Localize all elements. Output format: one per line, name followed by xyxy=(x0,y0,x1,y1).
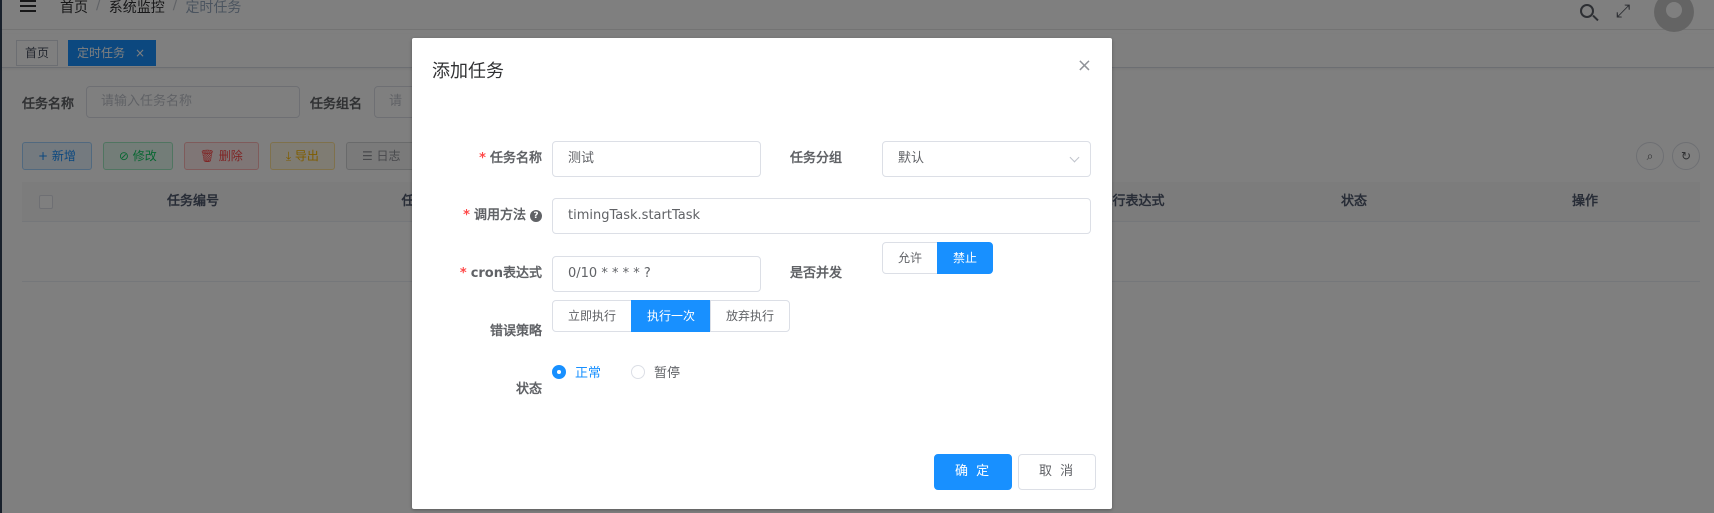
concurrent-forbid-button[interactable]: 禁止 xyxy=(937,242,994,274)
status-paused-label: 暂停 xyxy=(654,366,681,381)
invoke-target-input[interactable]: timingTask.startTask xyxy=(552,198,1091,234)
confirm-button[interactable]: 确 定 xyxy=(934,454,1013,490)
status-label: 状态 xyxy=(515,382,542,397)
concurrent-radio-group: 允许 禁止 xyxy=(882,242,994,274)
help-icon[interactable]: ? xyxy=(530,210,542,222)
job-group-value: 默认 xyxy=(898,151,925,166)
status-normal-label: 正常 xyxy=(575,366,602,381)
misfire-once-button[interactable]: 执行一次 xyxy=(631,300,712,332)
concurrent-label: 是否并发 xyxy=(789,266,842,281)
add-job-dialog: 添加任务 × * 任务名称 测试 任务分组 默认 * 调用方法? timingTas… xyxy=(412,38,1112,509)
status-paused-radio[interactable]: 暂停 xyxy=(631,362,680,381)
radio-checked-icon xyxy=(552,364,566,379)
misfire-discard-button[interactable]: 放弃执行 xyxy=(710,300,791,332)
job-name-label: * 任务名称 xyxy=(412,141,542,177)
required-mark: * xyxy=(459,266,467,281)
job-group-label: 任务分组 xyxy=(789,151,842,166)
cancel-button[interactable]: 取 消 xyxy=(1018,454,1097,490)
misfire-policy-radio-group: 立即执行 执行一次 放弃执行 xyxy=(552,300,791,332)
job-name-label-text: 任务名称 xyxy=(489,151,542,166)
status-normal-radio[interactable]: 正常 xyxy=(552,362,601,381)
chevron-down-icon xyxy=(1069,152,1080,163)
required-mark: * xyxy=(463,208,470,223)
concurrent-allow-button[interactable]: 允许 xyxy=(882,242,939,274)
required-mark: * xyxy=(479,151,486,166)
misfire-immediate-button[interactable]: 立即执行 xyxy=(552,300,633,332)
cron-label-text: cron表达式 xyxy=(470,266,542,281)
cron-label: * cron表达式 xyxy=(412,256,542,292)
dialog-title: 添加任务 xyxy=(432,61,504,82)
close-icon[interactable]: × xyxy=(1077,56,1092,76)
job-group-select[interactable]: 默认 xyxy=(882,141,1091,177)
radio-unchecked-icon xyxy=(631,364,646,379)
status-radio-group: 正常 暂停 xyxy=(552,362,680,381)
misfire-policy-label: 错误策略 xyxy=(489,324,542,339)
invoke-target-label-text: 调用方法 xyxy=(473,208,526,223)
invoke-target-label: * 调用方法? xyxy=(412,198,542,234)
